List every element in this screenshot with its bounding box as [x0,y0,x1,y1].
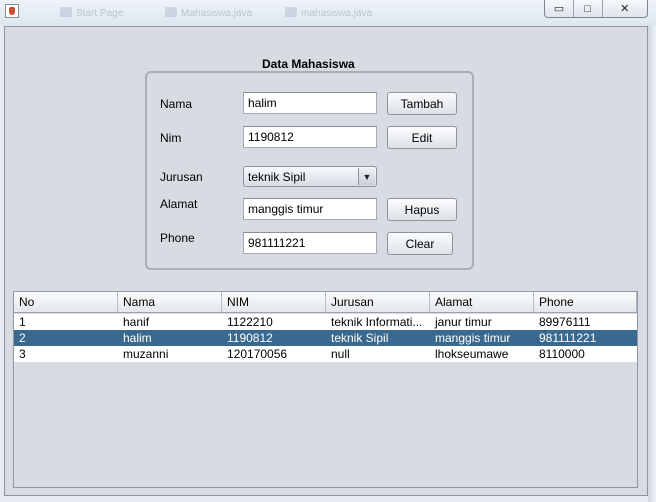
taskbar-tab: Mahasiswa.java [165,7,252,19]
table-cell: teknik Informati... [331,315,423,329]
data-table: No Nama NIM Jurusan Alamat Phone 1 hanif… [13,291,638,488]
label-nim: Nim [160,131,182,145]
table-header: No Nama NIM Jurusan Alamat Phone [14,292,637,313]
taskbar-tab: Start Page [60,7,123,19]
java-app-icon [5,4,19,18]
table-row[interactable]: 3 muzanni 120170056 null lhokseumawe 811… [14,346,637,362]
hapus-button[interactable]: Hapus [387,198,457,221]
jurusan-dropdown[interactable]: teknik Sipil ▼ [243,166,377,187]
maximize-button[interactable]: □ [574,0,603,17]
table-cell: 981111221 [539,331,597,345]
table-row-selected[interactable]: 2 halim 1190812 teknik Sipil manggis tim… [14,330,637,346]
nim-field[interactable] [243,126,377,148]
alamat-field[interactable] [243,198,377,220]
table-cell: lhokseumawe [435,347,509,361]
table-cell: hanif [123,315,150,329]
table-cell: halim [123,331,152,345]
window-edge [648,26,656,502]
column-header-nama[interactable]: Nama [118,292,222,313]
form-title: Data Mahasiswa [262,57,355,71]
close-button[interactable]: ✕ [603,0,647,17]
taskbar-tab: mahasiswa.java [285,7,372,19]
label-nama: Nama [160,97,193,111]
clear-button[interactable]: Clear [387,232,453,255]
nama-field[interactable] [243,92,377,114]
label-jurusan: Jurusan [160,170,203,184]
table-body: 1 hanif 1122210 teknik Informati... janu… [14,314,637,362]
close-icon: ✕ [620,3,630,15]
column-header-alamat[interactable]: Alamat [430,292,534,313]
label-phone: Phone [160,231,195,245]
table-cell: manggis timur [435,331,511,345]
table-cell: 2 [19,331,26,345]
table-cell: 120170056 [227,347,288,361]
column-header-nim[interactable]: NIM [222,292,326,313]
table-cell: janur timur [435,315,492,329]
table-cell: 1 [19,315,26,329]
phone-field[interactable] [243,232,377,254]
label-alamat: Alamat [160,197,198,211]
table-cell: teknik Sipil [331,331,389,345]
table-cell: 8110000 [539,347,585,361]
table-cell: 89976111 [539,315,591,329]
minimize-button[interactable]: ▭ [545,0,574,17]
jurusan-selected-value: teknik Sipil [248,170,306,184]
table-cell: 3 [19,347,26,361]
window-controls: ▭ □ ✕ [544,0,648,18]
dropdown-arrow-icon[interactable]: ▼ [358,168,375,185]
minimize-icon: ▭ [553,3,565,15]
tambah-button[interactable]: Tambah [387,92,457,115]
table-cell: 1122210 [227,315,273,329]
edit-button[interactable]: Edit [387,126,457,149]
column-header-phone[interactable]: Phone [534,292,637,313]
table-cell: 1190812 [227,331,273,345]
table-cell: muzanni [123,347,169,361]
column-header-jurusan[interactable]: Jurusan [326,292,430,313]
table-cell: null [331,347,350,361]
column-header-no[interactable]: No [14,292,118,313]
table-row[interactable]: 1 hanif 1122210 teknik Informati... janu… [14,314,637,330]
maximize-icon: □ [584,2,591,15]
